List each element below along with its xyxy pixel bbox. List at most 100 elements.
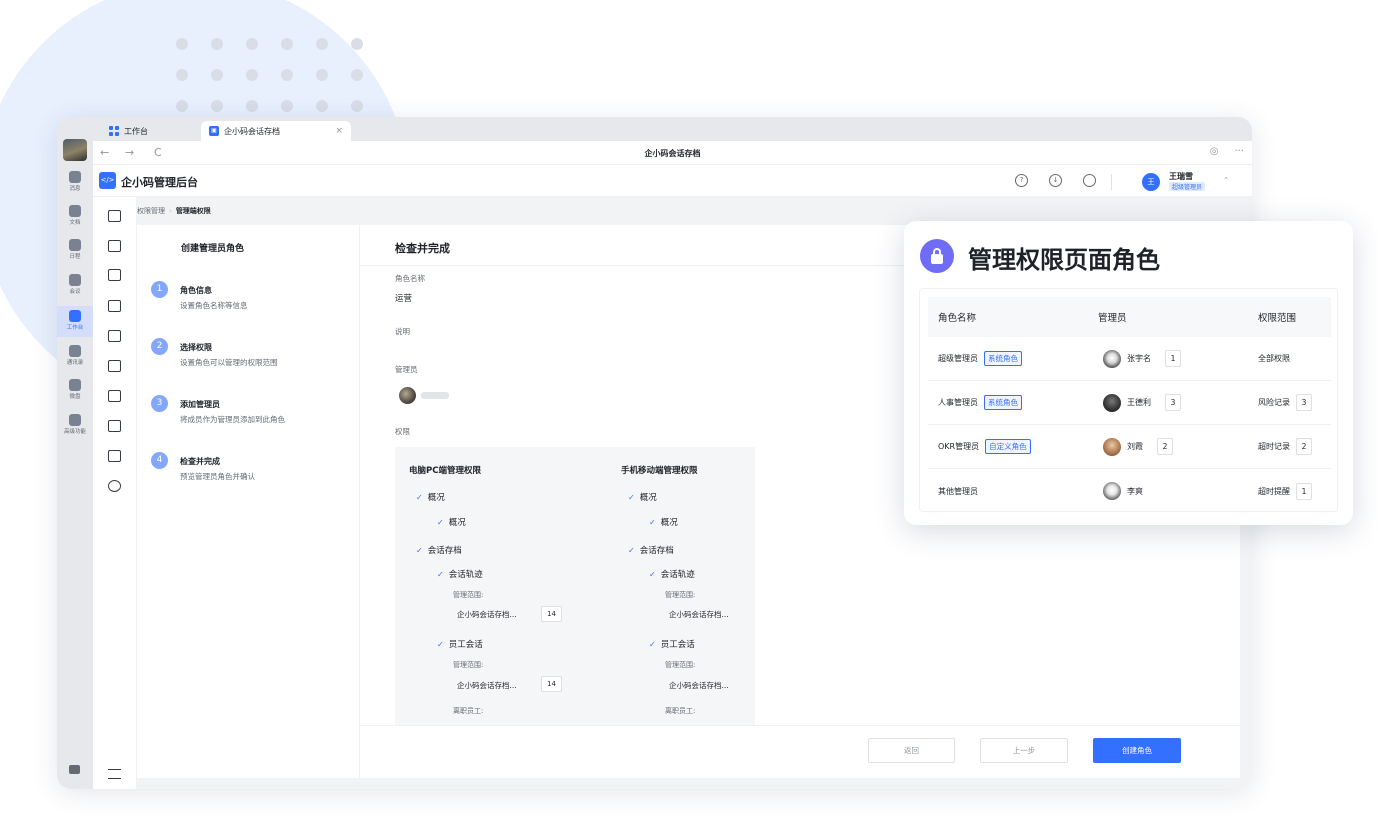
admin-count: 3: [1165, 394, 1181, 411]
avatar[interactable]: [63, 139, 87, 161]
step-desc: 设置角色名称等信息: [180, 301, 248, 310]
steps-title: 创建管理员角色: [181, 244, 245, 254]
check-icon: ✓: [628, 493, 635, 502]
role-name: 超级管理员: [938, 354, 978, 363]
refresh-icon[interactable]: [1083, 174, 1096, 187]
rail-item-meeting[interactable]: 会议: [57, 274, 93, 295]
back-button[interactable]: 返回: [868, 738, 955, 763]
shield-icon[interactable]: [108, 300, 121, 312]
review-title: 检查并完成: [395, 242, 450, 255]
check-icon: ✓: [437, 570, 444, 579]
step-desc: 将成员作为管理员添加到此角色: [180, 415, 285, 424]
file-lock-icon[interactable]: [108, 450, 121, 462]
settings-icon[interactable]: ◎: [1210, 146, 1219, 157]
breadcrumb-parent[interactable]: 权限管理: [137, 207, 165, 215]
perm-node: ✓ 员工会话: [649, 640, 695, 650]
tab-workbench[interactable]: 工作台: [101, 121, 156, 141]
step-title: 选择权限: [180, 343, 212, 352]
table-row[interactable]: 其他管理员 李爽 超时提醒 1: [928, 469, 1331, 511]
role-name: OKR管理员: [938, 442, 980, 451]
folder-icon[interactable]: [108, 240, 121, 252]
perm-node: ✓ 会话存档: [628, 546, 674, 556]
chevron-up-icon[interactable]: ⌃: [1223, 176, 1229, 184]
rail-item-contacts[interactable]: 通讯录: [57, 345, 93, 366]
header-role-name: 角色名称: [938, 313, 977, 324]
user-avatar[interactable]: 王: [1142, 173, 1160, 191]
more-icon[interactable]: ···: [1234, 146, 1244, 157]
app-logo-icon: </>: [99, 172, 116, 189]
step-number: 3: [151, 395, 168, 412]
header-admin: 管理员: [1098, 313, 1127, 324]
role-table: 角色名称 管理员 权限范围 超级管理员 系统角色 张宇名 1 全部权限 人事管理员系…: [919, 288, 1338, 512]
app-icon: ▣: [209, 126, 219, 136]
scope-count: 14: [541, 676, 562, 692]
rail-item-docs[interactable]: 文档: [57, 205, 93, 226]
step-number: 1: [151, 281, 168, 298]
rail-item-advanced[interactable]: 高级功能: [57, 414, 93, 435]
calendar-icon: [69, 239, 81, 251]
check-icon: ✓: [437, 518, 444, 527]
scope-count: 1: [1296, 482, 1312, 500]
close-icon[interactable]: ×: [335, 126, 343, 136]
perm-node: ✓ 会话轨迹: [437, 570, 483, 580]
check-icon: ✓: [416, 493, 423, 502]
admin-avatar: [1103, 437, 1121, 456]
app-header: </> 企小码管理后台 ? ↓ 王 王瑞雪 超级管理员 ⌃: [93, 165, 1252, 197]
user-name[interactable]: 王瑞雪: [1169, 171, 1193, 182]
rail-item-workbench[interactable]: 工作台: [57, 306, 93, 337]
table-row[interactable]: OKR管理员 自定义角色 刘霞 2 超时记录 2: [928, 425, 1331, 469]
grid-icon: [109, 126, 119, 136]
left-rail: 消息 文档 日程 会议 工作台 通讯录 微盘 高级功能: [57, 117, 93, 789]
header-divider: [1111, 174, 1112, 190]
download-icon[interactable]: ↓: [1049, 174, 1062, 187]
perm-node: ✓ 概况: [649, 518, 678, 528]
step-desc: 设置角色可以管理的权限范围: [180, 358, 278, 367]
admin-avatar: [1103, 482, 1121, 500]
tab-archive[interactable]: ▣ 企小码会话存档 ×: [201, 121, 351, 141]
drive-icon: [69, 379, 81, 391]
admin-avatar: [1103, 349, 1121, 368]
scope-count: 2: [1296, 438, 1312, 455]
analytics-icon[interactable]: [69, 765, 80, 774]
org-icon[interactable]: [108, 420, 121, 432]
table-row[interactable]: 人事管理员 系统角色 王德利 3 风险记录 3: [928, 381, 1331, 425]
chart-icon[interactable]: [108, 390, 121, 402]
app-name: 企小码管理后台: [121, 176, 198, 189]
admin-name: 刘霞: [1127, 442, 1143, 451]
create-role-button[interactable]: 创建角色: [1093, 738, 1181, 763]
left-staff-label: 离职员工:: [453, 707, 484, 715]
collapse-menu-icon[interactable]: [108, 769, 121, 779]
scope-value: 企小码会话存档...: [669, 681, 729, 690]
rail-item-messages[interactable]: 消息: [57, 171, 93, 192]
steps-divider: [359, 225, 360, 778]
alarm-icon[interactable]: [108, 330, 121, 342]
admin-name-blurred: [421, 392, 449, 399]
check-icon: ✓: [649, 640, 656, 649]
role-name-label: 角色名称: [395, 274, 425, 283]
admin-name: 王德利: [1127, 398, 1151, 407]
admins-label: 管理员: [395, 365, 418, 374]
step-desc: 预览管理员角色并确认: [180, 472, 255, 481]
side-icon-nav: [93, 197, 137, 789]
gear-icon[interactable]: [108, 480, 121, 492]
rail-item-calendar[interactable]: 日程: [57, 239, 93, 260]
help-icon[interactable]: ?: [1015, 174, 1028, 187]
scope-value: 企小码会话存档...: [457, 610, 517, 619]
rail-item-drive[interactable]: 微盘: [57, 379, 93, 400]
tab-bar: 工作台 ▣ 企小码会话存档 ×: [93, 117, 1252, 141]
bank-icon[interactable]: [108, 210, 121, 222]
file-text-icon[interactable]: [108, 360, 121, 372]
decorative-dots: [176, 38, 363, 112]
step-title: 角色信息: [180, 286, 212, 295]
scope-label: 管理范围:: [665, 661, 696, 669]
contacts-icon: [69, 345, 81, 357]
admin-avatar: [1103, 393, 1121, 412]
address-bar: ← → C 企小码会话存档 ◎ ···: [93, 141, 1252, 165]
perm-node: ✓ 会话轨迹: [649, 570, 695, 580]
breadcrumb-current: 管理端权限: [175, 207, 211, 215]
book-icon[interactable]: [108, 269, 121, 281]
prev-step-button[interactable]: 上一步: [980, 738, 1068, 763]
table-row[interactable]: 超级管理员 系统角色 张宇名 1 全部权限: [928, 337, 1331, 381]
perm-node: ✓ 会话存档: [416, 546, 462, 556]
admin-name: 张宇名: [1127, 354, 1151, 363]
